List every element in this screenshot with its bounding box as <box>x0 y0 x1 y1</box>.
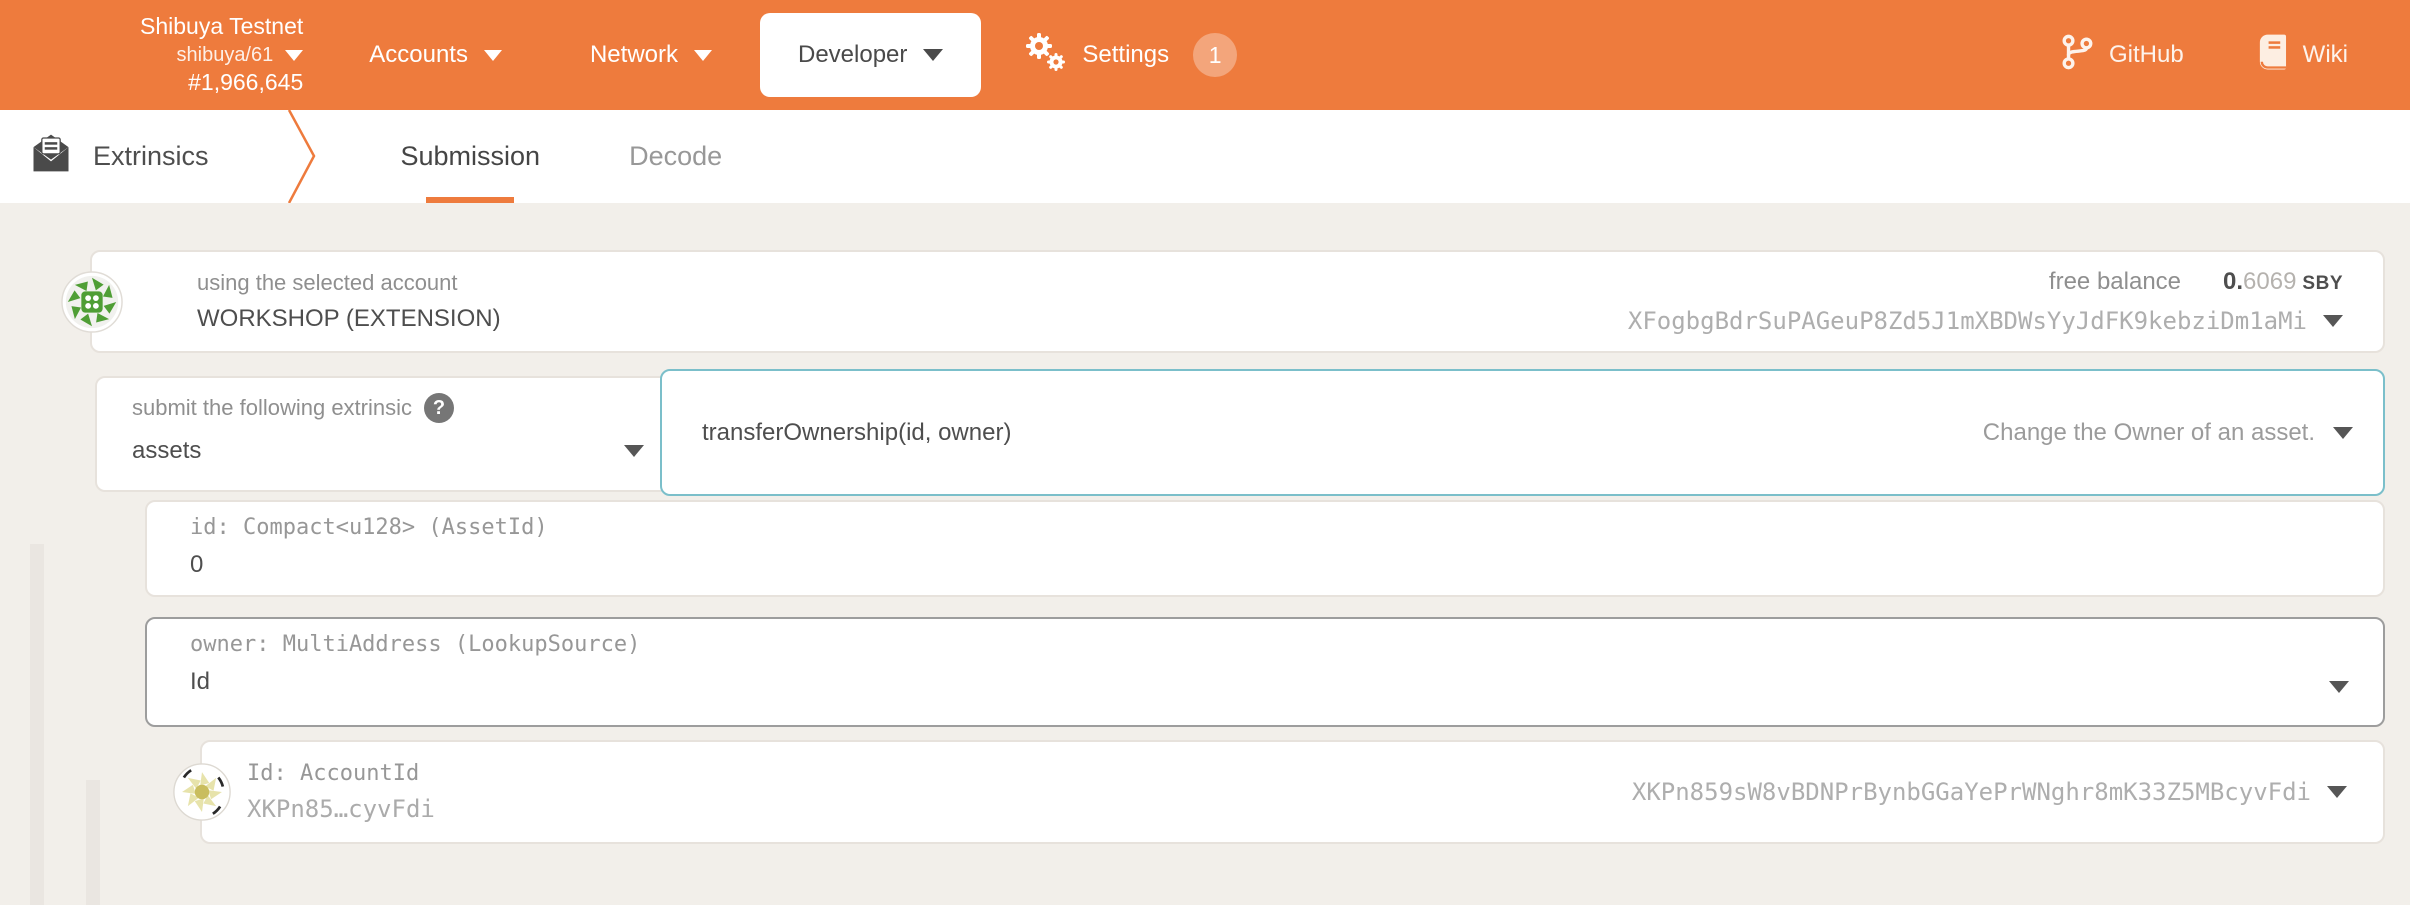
polkadot-apps-page: Shibuya Testnet shibuya/61 #1,966,645 Ac… <box>0 0 2410 905</box>
accountid-info: Id: AccountId XKPn85…cyvFdi <box>247 761 435 823</box>
top-header: Shibuya Testnet shibuya/61 #1,966,645 Ac… <box>0 0 2410 110</box>
param-indent-guide <box>30 544 44 905</box>
selected-account-card[interactable]: using the selected account WORKSHOP (EXT… <box>90 250 2385 353</box>
external-links: GitHub Wiki <box>2061 33 2348 78</box>
balance-label: free balance <box>2049 268 2181 296</box>
method-selected-value: transferOwnership(id, owner) <box>702 419 1011 447</box>
account-name: WORKSHOP (EXTENSION) <box>197 305 501 333</box>
pallet-label-row: submit the following extrinsic ? <box>132 393 644 423</box>
nav-item-network[interactable]: Network <box>590 41 712 69</box>
chevron-down-icon <box>2329 681 2349 693</box>
method-description-row: Change the Owner of an asset. <box>1983 419 2353 447</box>
section-title: Extrinsics <box>31 132 209 181</box>
param-owner-select[interactable]: owner: MultiAddress (LookupSource) Id <box>145 617 2385 727</box>
nav-item-settings[interactable]: Settings 1 <box>1014 31 1245 80</box>
wiki-link[interactable]: Wiki <box>2256 34 2348 77</box>
chevron-down-icon <box>923 49 943 61</box>
network-spec: shibuya/61 <box>177 42 274 68</box>
tab-decode[interactable]: Decode <box>629 110 722 203</box>
code-branch-icon <box>2061 33 2093 78</box>
extrinsic-form-label: submit the following extrinsic <box>132 395 412 421</box>
account-address-dropdown[interactable]: XFogbgBdrSuPAGeuP8Zd5J1mXBDWsYyJdFK9kebz… <box>1628 307 2343 335</box>
network-selector[interactable]: Shibuya Testnet shibuya/61 #1,966,645 <box>140 12 303 98</box>
balance-value: 0.6069 SBY <box>2223 268 2343 296</box>
network-name: Shibuya Testnet <box>140 12 303 42</box>
param-indent-guide <box>86 780 100 905</box>
chevron-down-icon <box>2327 786 2347 798</box>
nav-item-accounts[interactable]: Accounts <box>369 41 502 69</box>
settings-count-badge: 1 <box>1193 33 1237 77</box>
balance-unit: SBY <box>2302 273 2343 294</box>
owner-identicon[interactable] <box>173 763 231 821</box>
account-identicon[interactable] <box>61 271 123 333</box>
envelope-open-icon <box>31 132 71 181</box>
pallet-select[interactable]: submit the following extrinsic ? assets <box>95 376 672 492</box>
main-content: using the selected account WORKSHOP (EXT… <box>0 250 2410 905</box>
wiki-label: Wiki <box>2303 41 2348 69</box>
method-description: Change the Owner of an asset. <box>1983 419 2315 447</box>
account-info: using the selected account WORKSHOP (EXT… <box>197 270 501 333</box>
pallet-selected-value: assets <box>132 437 201 465</box>
nav-developer-label: Developer <box>798 41 907 69</box>
pallet-value-row: assets <box>132 437 644 465</box>
best-block-number: #1,966,645 <box>188 68 303 98</box>
github-link[interactable]: GitHub <box>2061 33 2184 78</box>
github-label: GitHub <box>2109 41 2184 69</box>
param-id-field[interactable]: id: Compact<u128> (AssetId) 0 <box>145 500 2385 597</box>
tab-decode-label: Decode <box>629 141 722 172</box>
balance-decimals: 6069 <box>2243 268 2296 295</box>
settings-gears-icon <box>1022 31 1068 80</box>
param-accountid-row: Id: AccountId XKPn85…cyvFdi XKPn859sW8vB… <box>200 740 2385 844</box>
balance-whole: 0. <box>2223 268 2243 295</box>
main-nav: Accounts Network Developer <box>303 0 1245 110</box>
param-id-label: id: Compact<u128> (AssetId) <box>190 515 2353 540</box>
extrinsic-selector-row: submit the following extrinsic ? assets … <box>95 376 2385 492</box>
tab-submission-label: Submission <box>401 141 541 172</box>
nav-item-developer[interactable]: Developer <box>760 13 981 97</box>
account-balance-block: free balance 0.6069 SBY XFogbgBdrSuPAGeuP… <box>1628 268 2343 335</box>
nav-accounts-label: Accounts <box>369 41 468 69</box>
tab-bar: Extrinsics Submission Decode <box>0 110 2410 203</box>
chevron-down-icon <box>694 50 712 61</box>
help-icon[interactable]: ? <box>424 393 454 423</box>
section-title-label: Extrinsics <box>93 141 209 172</box>
account-hint-label: using the selected account <box>197 270 501 296</box>
param-accountid-label: Id: AccountId <box>247 761 435 786</box>
balance-row: free balance 0.6069 SBY <box>2049 268 2343 296</box>
book-icon <box>2256 34 2287 77</box>
chevron-down-icon <box>484 50 502 61</box>
network-spec-row: shibuya/61 <box>177 42 304 68</box>
accountid-short-value: XKPn85…cyvFdi <box>247 795 435 823</box>
accountid-address: XKPn859sW8vBDNPrBynbGGaYePrWNghr8mK33Z5M… <box>1632 778 2311 806</box>
asset-id-input[interactable]: 0 <box>190 551 2353 579</box>
breadcrumb-chevron <box>287 110 317 203</box>
chevron-down-icon <box>285 50 303 61</box>
param-owner-label: owner: MultiAddress (LookupSource) <box>190 632 2353 657</box>
nav-settings-label: Settings <box>1082 41 1169 69</box>
nav-network-label: Network <box>590 41 678 69</box>
chevron-down-icon <box>2333 427 2353 439</box>
chevron-down-icon <box>624 445 644 457</box>
method-select[interactable]: transferOwnership(id, owner) Change the … <box>660 369 2385 496</box>
accountid-address-dropdown[interactable]: XKPn859sW8vBDNPrBynbGGaYePrWNghr8mK33Z5M… <box>1632 778 2347 806</box>
account-address: XFogbgBdrSuPAGeuP8Zd5J1mXBDWsYyJdFK9kebz… <box>1628 307 2307 335</box>
chevron-down-icon <box>2323 315 2343 327</box>
param-accountid-field[interactable]: Id: AccountId XKPn85…cyvFdi XKPn859sW8vB… <box>200 740 2385 844</box>
tab-submission[interactable]: Submission <box>401 110 541 203</box>
owner-type-selected-value: Id <box>190 668 2353 696</box>
